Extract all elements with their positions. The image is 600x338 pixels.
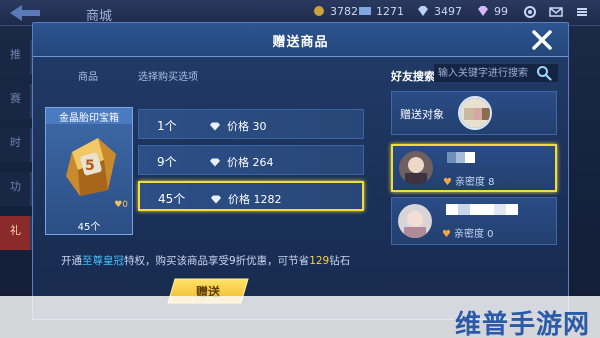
friend-list-item-selected[interactable]: ♥ 亲密度 8	[391, 144, 557, 192]
price-value: 30	[252, 120, 267, 133]
intimacy-value: ♥ 亲密度 0	[442, 229, 494, 240]
diamond-icon	[418, 6, 428, 16]
gift-target-label: 赠送对象	[400, 108, 444, 121]
coin-icon	[314, 6, 324, 16]
resource-voucher: 1271	[358, 5, 404, 18]
diamond-icon	[210, 158, 220, 167]
masked-name-icon	[447, 152, 475, 163]
dialog-title: 赠送商品	[272, 35, 329, 50]
diamond-icon	[210, 122, 220, 131]
tab-purchase-options: 选择购买选项	[138, 72, 198, 83]
price-value: 1282	[253, 193, 282, 206]
option-qty: 45个	[158, 192, 186, 206]
tab-item: 商品	[78, 72, 98, 83]
item-count: 45个	[77, 222, 101, 233]
masked-name-icon	[446, 204, 518, 215]
price-label: 价格	[227, 156, 249, 169]
target-avatar	[458, 96, 492, 130]
mail-icon[interactable]	[548, 4, 564, 20]
option-row-selected[interactable]: 45个 价格 1282	[138, 181, 364, 211]
crown-discount-note: 开通至尊皇冠特权，购买该商品享受9折优惠，可节省129钻石	[61, 255, 351, 267]
friend-avatar	[398, 204, 432, 238]
saving-amount: 129	[309, 255, 330, 267]
heart-icon: ♥	[443, 177, 452, 188]
gear-icon[interactable]	[522, 4, 538, 20]
gift-item-dialog: 赠送商品 商品 选择购买选项 金晶胎印宝箱 5 ♥0 45个 1个 价格 30 …	[32, 22, 569, 320]
item-card: 金晶胎印宝箱 5 ♥0 45个	[45, 107, 133, 235]
resource-coin: 3782	[312, 5, 358, 18]
search-icon[interactable]	[536, 65, 552, 81]
friend-search-label: 好友搜索	[391, 70, 435, 83]
resource-diamond: 3497	[416, 5, 462, 18]
option-price: 价格 1282	[210, 191, 282, 207]
price-label: 价格	[227, 120, 249, 133]
heart-icon: ♥	[442, 229, 451, 240]
heart-icon: ♥0	[114, 200, 128, 210]
menu-icon[interactable]	[574, 4, 590, 20]
avatar-image	[460, 98, 490, 128]
friend-list-item[interactable]: ♥ 亲密度 0	[391, 197, 557, 245]
option-price: 价格 30	[209, 118, 267, 134]
price-value: 264	[252, 156, 274, 169]
option-row[interactable]: 9个 价格 264	[138, 145, 364, 175]
side-tab[interactable]: 时	[0, 128, 32, 162]
option-price: 价格 264	[209, 154, 274, 170]
svg-text:5: 5	[85, 158, 95, 174]
resource-gem: 99	[476, 5, 508, 18]
watermark: 维普手游网	[454, 310, 590, 338]
background-side-tabs: 推 赛 时 功 礼	[0, 40, 32, 260]
voucher-icon	[359, 7, 371, 15]
avatar-image	[398, 204, 432, 238]
gem-icon	[478, 6, 488, 16]
crystal-chest-icon: 5	[66, 138, 116, 196]
friend-avatar	[399, 151, 433, 185]
diamond-icon	[211, 195, 221, 204]
option-qty: 9个	[157, 155, 177, 169]
price-label: 价格	[228, 193, 250, 206]
side-tab[interactable]: 功	[0, 172, 32, 206]
side-tab[interactable]: 礼	[0, 216, 32, 250]
avatar-image	[399, 151, 433, 185]
side-tab[interactable]: 推	[0, 40, 32, 74]
crown-privilege-link[interactable]: 至尊皇冠	[82, 255, 124, 267]
back-arrow-icon[interactable]	[6, 3, 46, 23]
close-icon[interactable]	[530, 28, 554, 52]
intimacy-value: ♥ 亲密度 8	[443, 177, 495, 188]
dialog-header: 赠送商品	[33, 23, 568, 57]
option-row[interactable]: 1个 价格 30	[138, 109, 364, 139]
side-tab[interactable]: 赛	[0, 84, 32, 118]
item-name: 金晶胎印宝箱	[46, 108, 132, 124]
option-qty: 1个	[157, 119, 177, 133]
gift-target: 赠送对象	[391, 91, 557, 135]
